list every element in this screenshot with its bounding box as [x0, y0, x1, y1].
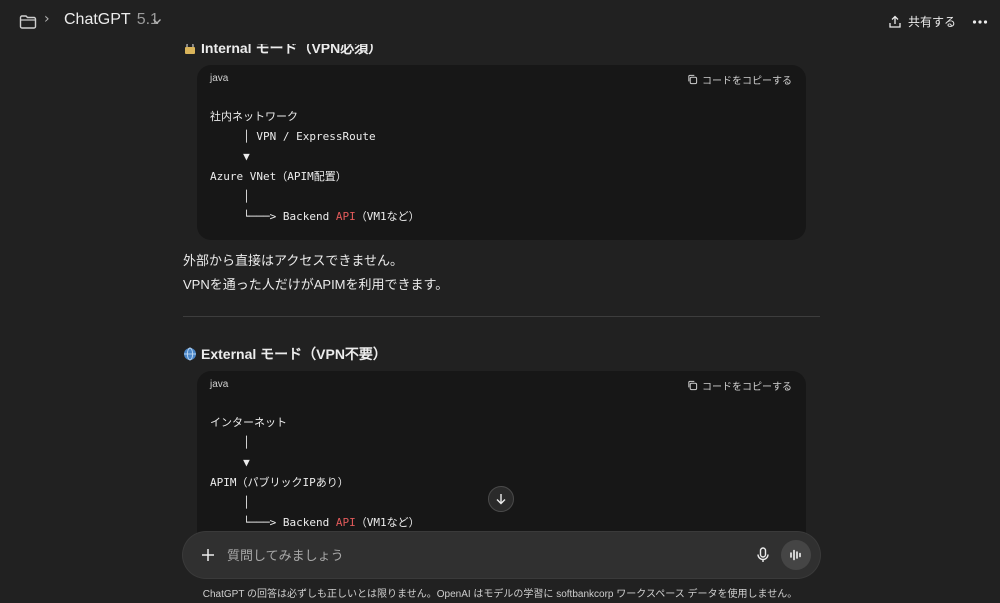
share-button[interactable]: 共有する: [888, 13, 956, 30]
copy-code-button[interactable]: コードをコピーする: [687, 378, 792, 393]
code-content: 社内ネットワーク │ VPN / ExpressRoute ▼ Azure VN…: [210, 107, 420, 227]
code-block-internal: java コードをコピーする 社内ネットワーク │ VPN / ExpressR…: [197, 65, 806, 240]
folder-icon[interactable]: [18, 12, 38, 32]
code-line: │: [210, 436, 250, 449]
composer: [183, 532, 820, 578]
section-heading-external: External モード（VPN不要）: [183, 344, 387, 364]
copy-code-button[interactable]: コードをコピーする: [687, 72, 792, 87]
code-line-backend: └───> Backend API（VM1など）: [210, 516, 420, 529]
voice-mode-button[interactable]: [781, 540, 811, 570]
chevron-down-icon[interactable]: [151, 15, 163, 27]
paragraph: VPNを通った人だけがAPIMを利用できます。: [183, 277, 449, 292]
api-keyword: API: [335, 516, 356, 529]
code-line: │ VPN / ExpressRoute: [210, 130, 376, 143]
plus-icon[interactable]: [199, 546, 217, 564]
voice-mode-icon: [790, 549, 801, 561]
code-line: ▼: [210, 456, 250, 469]
code-line: 社内ネットワーク: [210, 110, 298, 123]
microphone-icon[interactable]: [753, 545, 773, 565]
share-icon: [889, 15, 901, 28]
disclaimer-text: ChatGPT の回答は必ずしも正しいとは限りません。OpenAI はモデルの学…: [202, 589, 798, 600]
globe-icon: [184, 347, 196, 361]
code-block-external: java コードをコピーする インターネット │ ▼ APIM（パブリックIPあ…: [197, 371, 806, 551]
chevron-right-icon: ›: [44, 11, 50, 27]
code-line: ▼: [210, 150, 250, 163]
message-input[interactable]: [227, 544, 727, 566]
code-line: APIM（パブリックIPあり）: [210, 476, 349, 489]
code-line: │: [210, 496, 250, 509]
code-language: java: [210, 73, 229, 84]
arrow-down-icon: [496, 494, 506, 505]
code-line: Azure VNet（APIM配置）: [210, 170, 347, 183]
more-icon[interactable]: [970, 12, 990, 32]
copy-icon: [688, 74, 698, 85]
code-line: インターネット: [210, 416, 287, 429]
copy-icon: [688, 380, 698, 391]
code-language: java: [210, 379, 229, 390]
top-bar: › ChatGPT 5.1 共有する: [0, 0, 1000, 44]
conversation: Internal モード（VPN必須） java コードをコピーする 社内ネット…: [0, 0, 1000, 603]
code-content: インターネット │ ▼ APIM（パブリックIPあり） │ └───> Back…: [210, 413, 420, 533]
code-line-backend: └───> Backend API（VM1など）: [210, 210, 420, 223]
scroll-to-bottom-button[interactable]: [488, 486, 514, 512]
model-selector[interactable]: ChatGPT 5.1: [64, 11, 159, 29]
api-keyword: API: [335, 210, 356, 223]
divider: [183, 316, 820, 317]
code-line: │: [210, 190, 250, 203]
paragraph: 外部から直接はアクセスできません。: [183, 253, 403, 268]
